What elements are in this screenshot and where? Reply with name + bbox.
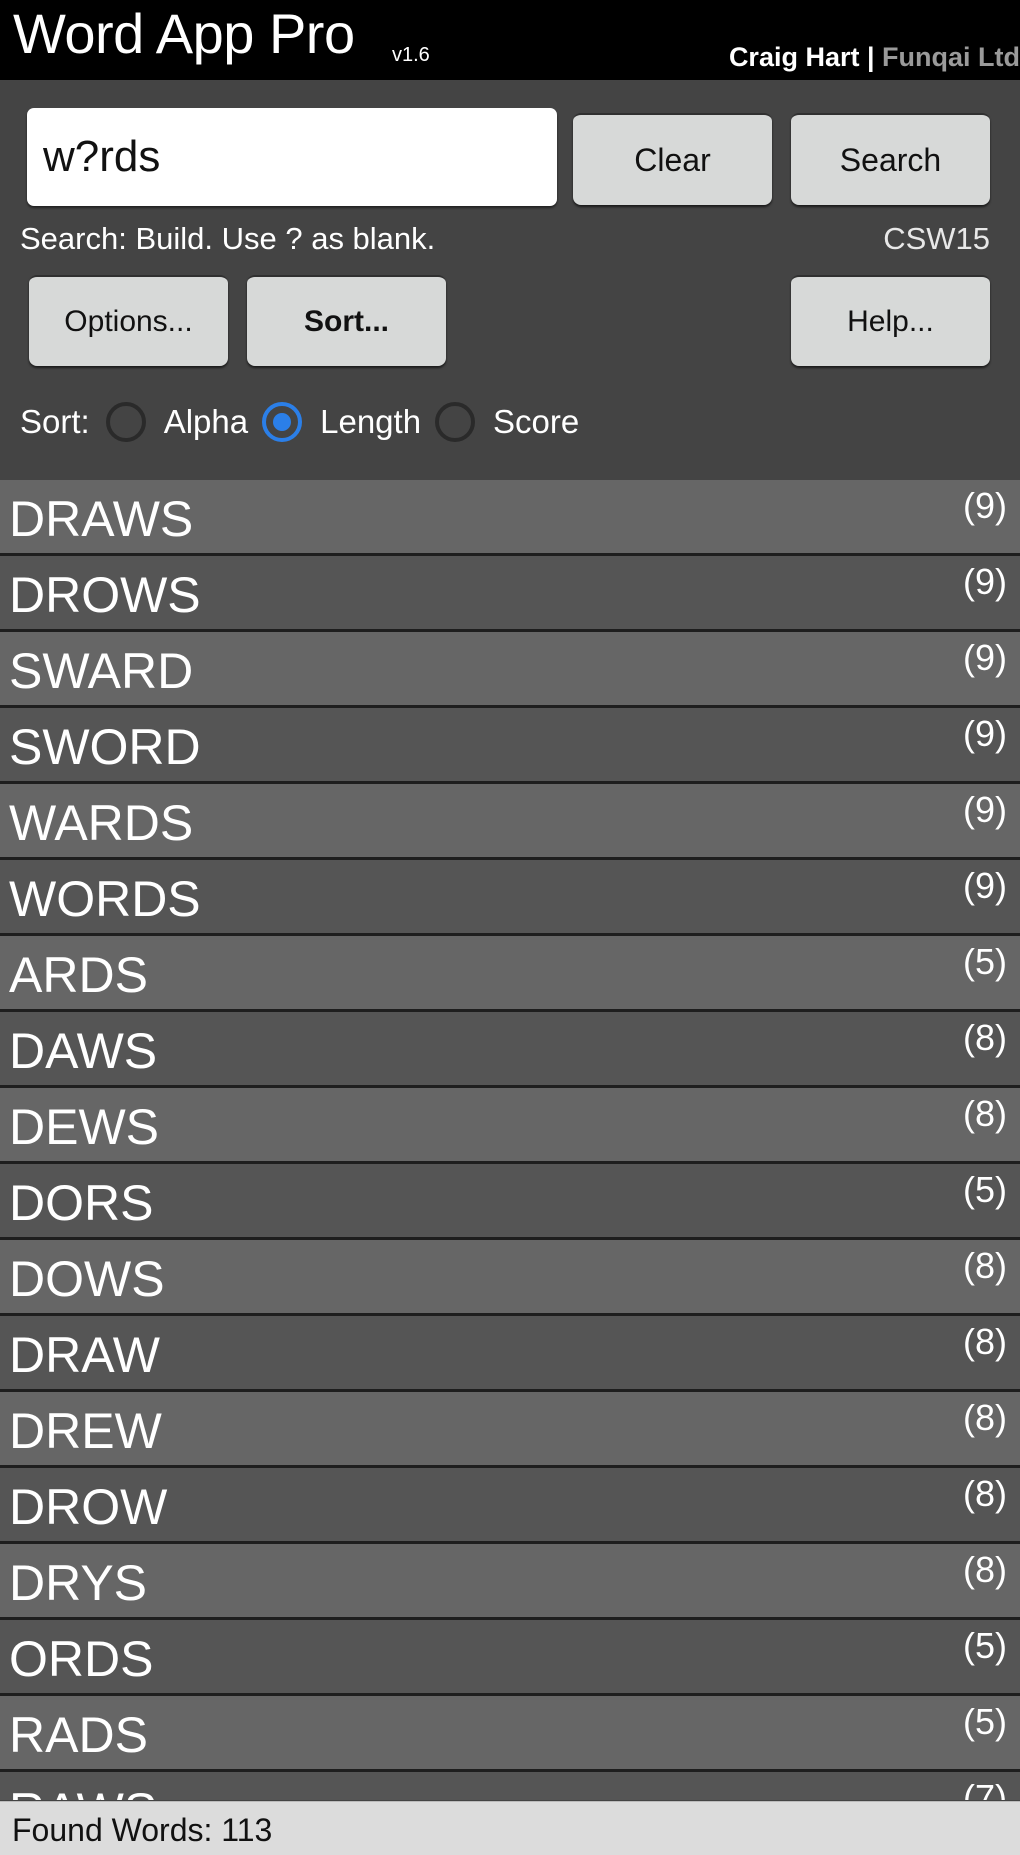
sort-radio-length[interactable] bbox=[262, 402, 303, 442]
result-word: DAWS bbox=[9, 1023, 158, 1079]
sort-radio-alpha[interactable] bbox=[105, 402, 146, 442]
result-word: DRAWS bbox=[9, 491, 194, 547]
result-row[interactable]: SWORD (9) bbox=[0, 708, 1020, 784]
sort-radio-score[interactable] bbox=[435, 402, 476, 442]
company-name[interactable]: Funqai Ltd bbox=[882, 42, 1020, 72]
result-score: (8) bbox=[963, 1093, 1007, 1134]
result-word: DEWS bbox=[9, 1099, 159, 1155]
status-bar: Found Words: 113 bbox=[0, 1801, 1020, 1855]
sort-radio-alpha-label[interactable]: Alpha bbox=[164, 403, 248, 441]
result-row[interactable]: DEWS (8) bbox=[0, 1088, 1020, 1164]
results-list[interactable]: DRAWS (9) DROWS (9) SWARD (9) SWORD (9) WARDS (9)… bbox=[0, 480, 1020, 1800]
sort-radio-length-label[interactable]: Length bbox=[320, 403, 421, 441]
app-title: Word App Pro bbox=[13, 2, 355, 65]
result-score: (9) bbox=[963, 713, 1007, 754]
result-row[interactable]: DRAWS (9) bbox=[0, 480, 1020, 556]
sort-button[interactable]: Sort... bbox=[247, 275, 446, 366]
result-score: (5) bbox=[963, 1169, 1007, 1210]
author-name: Craig Hart bbox=[728, 42, 860, 72]
result-score: (9) bbox=[963, 789, 1007, 830]
result-row[interactable]: ORDS (5) bbox=[0, 1620, 1020, 1696]
result-score: (8) bbox=[963, 1397, 1007, 1438]
app-version: v1.6 bbox=[392, 44, 430, 66]
result-word: DRAW bbox=[9, 1327, 160, 1383]
result-word: RAWS bbox=[9, 1786, 157, 1800]
sort-label: Sort: bbox=[20, 403, 90, 440]
dictionary-label: CSW15 bbox=[883, 221, 990, 256]
result-word: DOWS bbox=[9, 1251, 165, 1307]
result-row[interactable]: RADS (5) bbox=[0, 1696, 1020, 1772]
result-row[interactable]: DRYS (8) bbox=[0, 1544, 1020, 1620]
result-score: (8) bbox=[963, 1473, 1007, 1514]
search-button[interactable]: Search bbox=[791, 113, 990, 205]
result-score: (5) bbox=[963, 1625, 1007, 1666]
help-button[interactable]: Help... bbox=[791, 275, 990, 366]
result-word: DREW bbox=[9, 1403, 162, 1459]
result-score: (9) bbox=[963, 485, 1007, 526]
result-word: WARDS bbox=[9, 795, 194, 851]
result-score: (9) bbox=[963, 865, 1007, 906]
sort-radio-score-label[interactable]: Score bbox=[493, 403, 579, 441]
result-word: ARDS bbox=[9, 947, 148, 1003]
result-row[interactable]: DORS (5) bbox=[0, 1164, 1020, 1240]
result-score: (9) bbox=[963, 637, 1007, 678]
result-word: DORS bbox=[9, 1175, 154, 1231]
result-word: DROWS bbox=[9, 567, 201, 623]
result-row[interactable]: RAWS (7) bbox=[0, 1772, 1020, 1800]
sort-radio-group: Sort: Alpha Length Score bbox=[20, 396, 593, 448]
result-score: (9) bbox=[963, 561, 1007, 602]
result-score: (5) bbox=[963, 1701, 1007, 1742]
result-row[interactable]: WARDS (9) bbox=[0, 784, 1020, 860]
result-word: WORDS bbox=[9, 871, 201, 927]
credits-separator: | bbox=[859, 42, 883, 72]
clear-button[interactable]: Clear bbox=[573, 113, 772, 205]
result-score: (8) bbox=[963, 1245, 1007, 1286]
options-button[interactable]: Options... bbox=[29, 275, 228, 366]
search-input[interactable] bbox=[27, 108, 557, 206]
result-word: DRYS bbox=[9, 1555, 148, 1611]
result-word: SWARD bbox=[9, 643, 194, 699]
result-score: (5) bbox=[963, 941, 1007, 982]
result-row[interactable]: DREW (8) bbox=[0, 1392, 1020, 1468]
result-row[interactable]: SWARD (9) bbox=[0, 632, 1020, 708]
result-row[interactable]: ARDS (5) bbox=[0, 936, 1020, 1012]
result-word: RADS bbox=[9, 1707, 148, 1763]
result-word: SWORD bbox=[9, 719, 201, 775]
result-word: ORDS bbox=[9, 1631, 154, 1687]
result-row[interactable]: DROWS (9) bbox=[0, 556, 1020, 632]
result-row[interactable]: WORDS (9) bbox=[0, 860, 1020, 936]
result-score: (8) bbox=[963, 1017, 1007, 1058]
result-row[interactable]: DAWS (8) bbox=[0, 1012, 1020, 1088]
result-row[interactable]: DOWS (8) bbox=[0, 1240, 1020, 1316]
credits: Craig Hart | Funqai Ltd bbox=[729, 42, 1020, 73]
search-hint: Search: Build. Use ? as blank. bbox=[20, 221, 436, 256]
result-score: (8) bbox=[963, 1549, 1007, 1590]
result-word: DROW bbox=[9, 1479, 168, 1535]
result-score: (8) bbox=[963, 1321, 1007, 1362]
found-words-count: Found Words: 113 bbox=[12, 1812, 273, 1848]
result-row[interactable]: DROW (8) bbox=[0, 1468, 1020, 1544]
app-header: Word App Pro v1.6 Craig Hart | Funqai Lt… bbox=[0, 0, 1020, 80]
result-score: (7) bbox=[963, 1777, 1007, 1801]
result-row[interactable]: DRAW (8) bbox=[0, 1316, 1020, 1392]
